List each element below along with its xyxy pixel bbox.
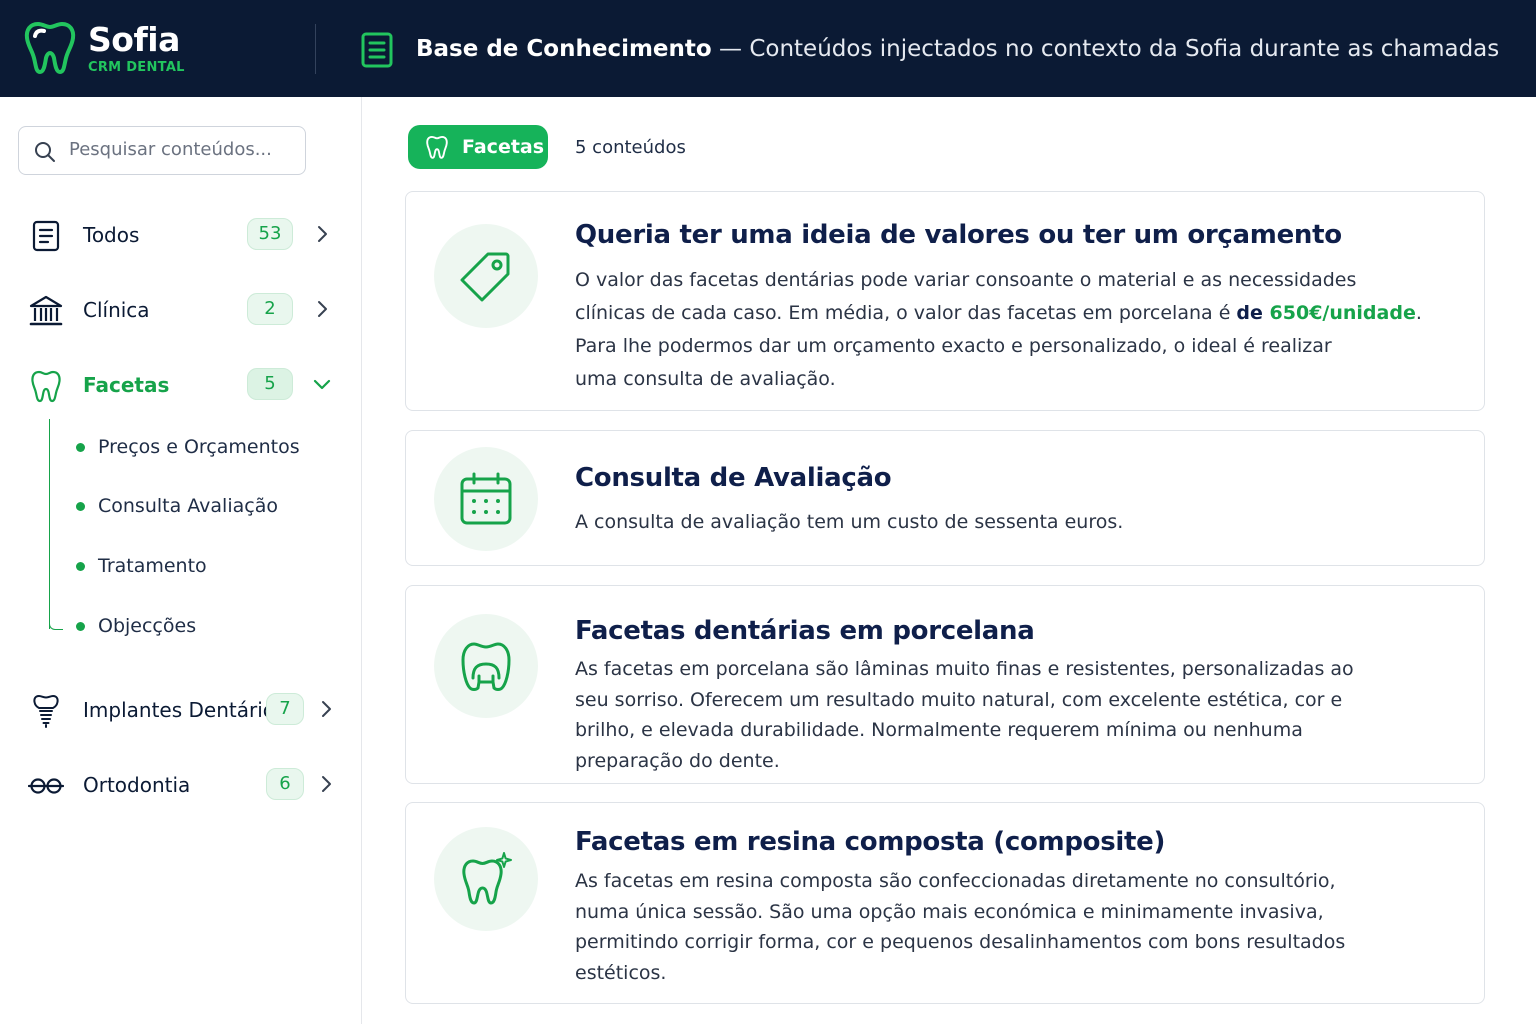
header-divider	[315, 24, 316, 74]
card-body: As facetas em porcelana são lâminas muit…	[575, 654, 1455, 776]
card-text-line: numa única sessão. São uma opção mais ec…	[575, 900, 1324, 923]
sidebar-item-facetas[interactable]: Facetas 5	[0, 360, 361, 410]
page-title-description: — Conteúdos injectados no contexto da So…	[711, 36, 1500, 62]
card-title: Queria ter uma ideia de valores ou ter u…	[575, 220, 1342, 250]
card-text-line: Para lhe podermos dar um orçamento exact…	[575, 335, 1332, 357]
page-title: Base de Conhecimento — Conteúdos injecta…	[416, 36, 1499, 62]
chevron-right-icon[interactable]	[314, 299, 330, 319]
sidebar-item-clinica[interactable]: Clínica 2	[0, 285, 361, 335]
card-title: Consulta de Avaliação	[575, 463, 892, 493]
card-icon-circle	[434, 614, 538, 718]
search-input[interactable]	[69, 139, 289, 160]
bullet-dot	[76, 622, 85, 631]
app-name: Sofia	[88, 20, 180, 59]
chevron-right-icon[interactable]	[314, 224, 330, 244]
card-text-segment: .	[1415, 302, 1422, 324]
content-card[interactable]: Facetas em resina composta (composite) A…	[405, 802, 1485, 1004]
content-card[interactable]: Facetas dentárias em porcelana As faceta…	[405, 585, 1485, 784]
card-text-line: As facetas em resina composta são confec…	[575, 870, 1336, 892]
card-text-line: estéticos.	[575, 961, 667, 984]
sidebar-item-ortodontia[interactable]: Ortodontia 6	[0, 760, 361, 810]
sparkle-tooth-icon	[462, 852, 512, 905]
implant-icon	[33, 695, 59, 728]
content-card[interactable]: Queria ter uma ideia de valores ou ter u…	[405, 191, 1485, 411]
document-icon	[32, 220, 60, 252]
card-body: As facetas em resina composta são confec…	[575, 866, 1455, 988]
card-icon-circle	[434, 827, 538, 931]
card-icon-circle	[434, 447, 538, 551]
category-chip-facetas[interactable]: Facetas	[408, 125, 548, 169]
card-title: Facetas em resina composta (composite)	[575, 827, 1166, 857]
card-text-line: A consulta de avaliação tem um custo de …	[575, 511, 1124, 533]
sidebar-subitem-label: Preços e Orçamentos	[98, 436, 300, 458]
chevron-right-icon[interactable]	[318, 774, 334, 794]
chevron-down-icon[interactable]	[312, 374, 332, 394]
card-text-line: O valor das facetas dentárias pode varia…	[575, 269, 1357, 291]
card-text-line: uma consulta de avaliação.	[575, 368, 836, 390]
count-badge: 6	[266, 768, 304, 800]
chip-label: Facetas	[462, 136, 545, 158]
card-body: O valor das facetas dentárias pode varia…	[575, 264, 1455, 396]
count-badge: 7	[266, 693, 304, 725]
card-icon-circle	[434, 224, 538, 328]
search-icon	[35, 142, 55, 162]
bullet-dot	[76, 502, 85, 511]
count-badge: 5	[247, 368, 293, 400]
app-header: Sofia CRM DENTAL Base de Conhecimento — …	[0, 0, 1536, 97]
tooth-icon	[31, 370, 61, 403]
braces-icon	[28, 778, 64, 794]
subtree-line	[49, 419, 50, 629]
card-body: A consulta de avaliação tem um custo de …	[575, 507, 1455, 537]
card-text-line: As facetas em porcelana são lâminas muit…	[575, 658, 1354, 680]
card-text-line: brilho, e elevada durabilidade. Normalme…	[575, 719, 1303, 741]
sidebar-item-label: Facetas	[83, 373, 170, 397]
content-card[interactable]: Consulta de Avaliação A consulta de aval…	[405, 430, 1485, 566]
card-text-line: permitindo corrigir forma, cor e pequeno…	[575, 931, 1346, 953]
sidebar-item-label: Ortodontia	[83, 773, 191, 797]
chevron-right-icon[interactable]	[318, 699, 334, 719]
document-icon	[361, 32, 393, 68]
count-badge: 2	[247, 293, 293, 325]
tooth-logo-icon	[24, 22, 76, 74]
sidebar-item-todos[interactable]: Todos 53	[0, 210, 361, 260]
sidebar-subitem-label: Consulta Avaliação	[98, 495, 278, 517]
veneer-icon	[461, 642, 511, 691]
page-title-bold: Base de Conhecimento	[416, 36, 712, 62]
content-count: 5 conteúdos	[575, 137, 686, 158]
bullet-dot	[76, 443, 85, 452]
sidebar-item-label: Clínica	[83, 298, 150, 322]
price-tag-icon	[460, 252, 510, 302]
app-subtitle: CRM DENTAL	[88, 60, 185, 75]
building-icon	[29, 295, 63, 326]
price-highlight: 650€/unidade	[1269, 302, 1416, 324]
card-text-segment: clínicas de cada caso. Em média, o valor…	[575, 302, 1237, 324]
sidebar-item-label: Todos	[83, 223, 140, 247]
card-text-line: preparação do dente.	[575, 749, 780, 772]
sidebar-subitem-label: Objecções	[98, 615, 197, 637]
card-text-line: clínicas de cada caso. Em média, o valor…	[575, 297, 1455, 330]
bullet-dot	[76, 562, 85, 571]
card-text-line: seu sorriso. Oferecem um resultado muito…	[575, 688, 1343, 711]
tooth-icon	[426, 135, 448, 159]
card-text-segment: de	[1236, 302, 1270, 324]
search-box[interactable]	[18, 126, 306, 175]
calendar-icon	[460, 472, 512, 525]
sidebar-subitem-label: Tratamento	[98, 555, 207, 577]
subtree-line-end	[49, 620, 63, 630]
sidebar-item-label: Implantes Dentários	[83, 698, 286, 722]
count-badge: 53	[247, 218, 293, 250]
sidebar-item-implantes[interactable]: Implantes Dentários 7	[0, 685, 361, 735]
card-title: Facetas dentárias em porcelana	[575, 616, 1035, 646]
